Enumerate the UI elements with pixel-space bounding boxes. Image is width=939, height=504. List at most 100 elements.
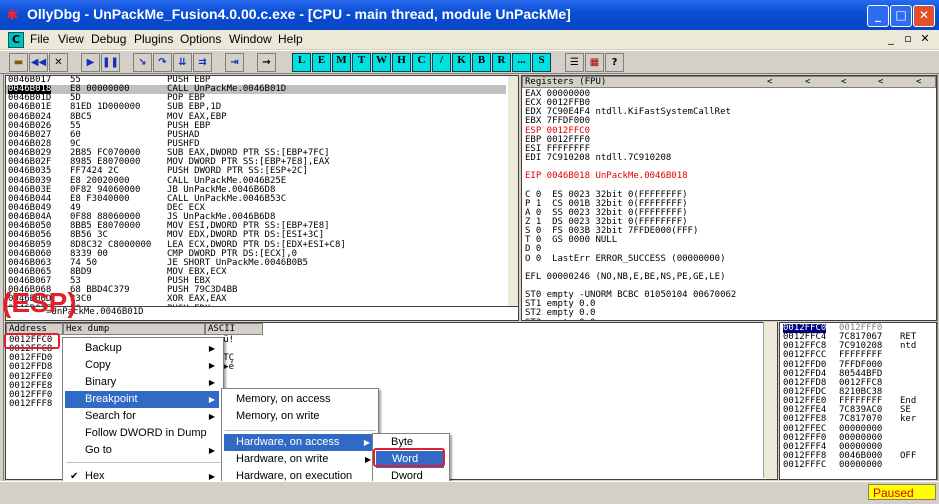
- cpu-button[interactable]: C: [412, 53, 431, 72]
- trace-over-icon[interactable]: ⇉: [193, 53, 212, 72]
- close-button[interactable]: ✕: [913, 5, 935, 27]
- menu-plugins[interactable]: Plugins: [134, 32, 173, 46]
- disasm-row[interactable]: 0046B06D 33C0 XOR EAX,EAX: [6, 295, 506, 304]
- submenu-arrow-icon: ▶: [208, 395, 215, 404]
- maximize-button[interactable]: □: [890, 5, 912, 27]
- menu-window[interactable]: Window: [229, 32, 272, 46]
- go-to-address-icon[interactable]: →: [257, 53, 276, 72]
- source-button[interactable]: S: [532, 53, 551, 72]
- restart-icon[interactable]: ◀◀: [29, 53, 48, 72]
- register-line[interactable]: O 0 LastErr ERROR_SUCCESS (00000000): [525, 254, 736, 264]
- menu-item-label: Backup: [85, 342, 122, 354]
- submenu-arrow-icon: ▶: [363, 438, 370, 447]
- menu-item-binary[interactable]: Binary ▶: [65, 374, 219, 391]
- step-over-icon[interactable]: ↷: [153, 53, 172, 72]
- menu-item-label: Copy: [85, 359, 111, 371]
- disassembly-scrollbar[interactable]: [508, 76, 518, 306]
- references-button[interactable]: R: [492, 53, 511, 72]
- menu-options[interactable]: Options: [180, 32, 221, 46]
- stack-comment: ntd: [900, 341, 917, 352]
- breakpoint-submenu: Memory, on access Memory, on write Hardw…: [221, 388, 379, 487]
- menu-item-breakpoint[interactable]: Breakpoint ▶: [65, 391, 219, 408]
- disassembly-list[interactable]: 0046B017 55 PUSH EBP 0046B018 E8 00000000 CAL…: [6, 76, 506, 306]
- patches-button[interactable]: /: [432, 53, 451, 72]
- registers-header-label: Registers (FPU): [525, 77, 607, 87]
- header-arrow-icon[interactable]: <: [767, 77, 772, 88]
- menu-item-memory-on-access[interactable]: Memory, on access: [236, 391, 331, 408]
- header-arrow-icon[interactable]: <: [805, 77, 810, 88]
- mdi-restore-icon[interactable]: ▫: [901, 32, 915, 46]
- header-arrow-icon[interactable]: <: [878, 77, 883, 88]
- header-arrow-icon[interactable]: <: [916, 77, 921, 88]
- mdi-minimize-icon[interactable]: _: [884, 32, 898, 46]
- open-icon[interactable]: ▬: [9, 53, 28, 72]
- register-line[interactable]: EIP 0046B018 UnPackMe.0046B018: [525, 172, 736, 181]
- menu-item-label: Go to: [85, 444, 112, 456]
- menu-item-label: Binary: [85, 376, 117, 388]
- menu-file[interactable]: File: [30, 32, 49, 46]
- menu-item-label: Hardware, on write: [236, 453, 329, 465]
- stack-row[interactable]: 0012FFFC 00000000: [783, 460, 935, 470]
- register-list[interactable]: EAX 00000000 ECX 0012FFB0 EDX 7C90E4F4 ntd…: [525, 89, 736, 320]
- step-into-icon[interactable]: ↘: [133, 53, 152, 72]
- menu-item-search-for[interactable]: Search for ▶: [65, 408, 219, 425]
- handles-button[interactable]: H: [392, 53, 411, 72]
- disassembly-info-line: =UnPackMe.0046B01D: [5, 306, 519, 321]
- stack-pane[interactable]: 0012FFC0 0012FFF0 0012FFC4 7C817067 RET 0012F…: [779, 322, 937, 480]
- menu-help[interactable]: Help: [278, 32, 303, 46]
- disasm-row[interactable]: 0046B018 E8 00000000 CALL UnPackMe.0046B01…: [6, 84, 506, 95]
- help-icon[interactable]: ?: [605, 53, 624, 72]
- close-program-icon[interactable]: ✕: [49, 53, 68, 72]
- menu-item-memory-on-write[interactable]: Memory, on write: [236, 408, 320, 425]
- menu-item-hardware-on-write[interactable]: Hardware, on write: [236, 451, 328, 468]
- menu-item-label: Follow DWORD in Dump: [85, 427, 207, 439]
- executable-modules-button[interactable]: E: [312, 53, 331, 72]
- register-line[interactable]: ST3 empty 0.0: [525, 318, 736, 320]
- menu-item-backup[interactable]: Backup ▶: [65, 340, 219, 357]
- disasm-row[interactable]: 0046B065 8BD9 MOV EBX,ECX: [6, 267, 506, 277]
- menu-debug[interactable]: Debug: [91, 32, 126, 46]
- minimize-button[interactable]: _: [867, 5, 889, 27]
- dump-address[interactable]: 0012FFF8: [9, 399, 52, 409]
- header-arrow-icon[interactable]: <: [841, 77, 846, 88]
- register-line[interactable]: EFL 00000246 (NO,NB,E,BE,NS,PE,GE,LE): [525, 272, 736, 282]
- stack-list[interactable]: 0012FFC0 0012FFF0 0012FFC4 7C817067 RET 0012F…: [783, 323, 935, 470]
- menu-item-copy[interactable]: Copy ▶: [65, 357, 219, 374]
- disasm-row[interactable]: 0046B024 8BC5 MOV EAX,EBP: [6, 112, 506, 122]
- menu-item-follow-dword-in-dump[interactable]: Follow DWORD in Dump: [65, 425, 219, 442]
- log-window-button[interactable]: L: [292, 53, 311, 72]
- list-icon[interactable]: ☰: [565, 53, 584, 72]
- memory-map-button[interactable]: M: [332, 53, 351, 72]
- dump-header-hex[interactable]: Hex dump: [63, 323, 205, 335]
- threads-button[interactable]: T: [352, 53, 371, 72]
- dump-header-ascii[interactable]: ASCII: [205, 323, 263, 335]
- registers-pane[interactable]: Registers (FPU) < < < < < EAX 00000000 EC…: [521, 75, 937, 321]
- window-title: OllyDbg - UnPackMe_Fusion4.0.00.c.exe - …: [27, 6, 571, 22]
- execute-till-return-icon[interactable]: ⇥: [225, 53, 244, 72]
- cpu-window-icon[interactable]: C: [8, 32, 24, 48]
- appearance-icon[interactable]: ▦: [585, 53, 604, 72]
- run-icon[interactable]: ▶: [81, 53, 100, 72]
- menu-view[interactable]: View: [58, 32, 84, 46]
- menu-item-go-to[interactable]: Go to ▶: [65, 442, 219, 459]
- submenu-arrow-icon: ▶: [365, 455, 372, 464]
- status-paused: Paused: [868, 484, 936, 500]
- run-trace-button[interactable]: ...: [512, 53, 531, 72]
- register-line[interactable]: EDI 7C910208 ntdll.7C910208: [525, 153, 736, 163]
- trace-into-icon[interactable]: ⇊: [173, 53, 192, 72]
- title-bar[interactable]: ✱ OllyDbg - UnPackMe_Fusion4.0.00.c.exe …: [0, 0, 939, 30]
- breakpoints-button[interactable]: B: [472, 53, 491, 72]
- call-stack-button[interactable]: K: [452, 53, 471, 72]
- dump-right-scrollbar[interactable]: [763, 322, 777, 478]
- pause-icon[interactable]: ❚❚: [101, 53, 120, 72]
- registers-header[interactable]: Registers (FPU) < < < < <: [522, 76, 936, 88]
- disassembly-pane[interactable]: 0046B017 55 PUSH EBP 0046B018 E8 00000000 CAL…: [5, 75, 519, 307]
- menu-item-hardware-on-access[interactable]: Hardware, on access ▶: [224, 434, 374, 451]
- mdi-close-icon[interactable]: ✕: [918, 32, 932, 46]
- disasm-row[interactable]: 0046B027 60 PUSHAD: [6, 130, 506, 140]
- submenu-arrow-icon: ▶: [208, 412, 215, 421]
- register-line[interactable]: T 0 GS 0000 NULL: [525, 236, 736, 245]
- disasm-row[interactable]: 0046B026 55 PUSH EBP: [6, 121, 506, 131]
- windows-button[interactable]: W: [372, 53, 391, 72]
- disasm-row[interactable]: 0046B044 E8 F3040000 CALL UnPackMe.0046B53…: [6, 194, 506, 204]
